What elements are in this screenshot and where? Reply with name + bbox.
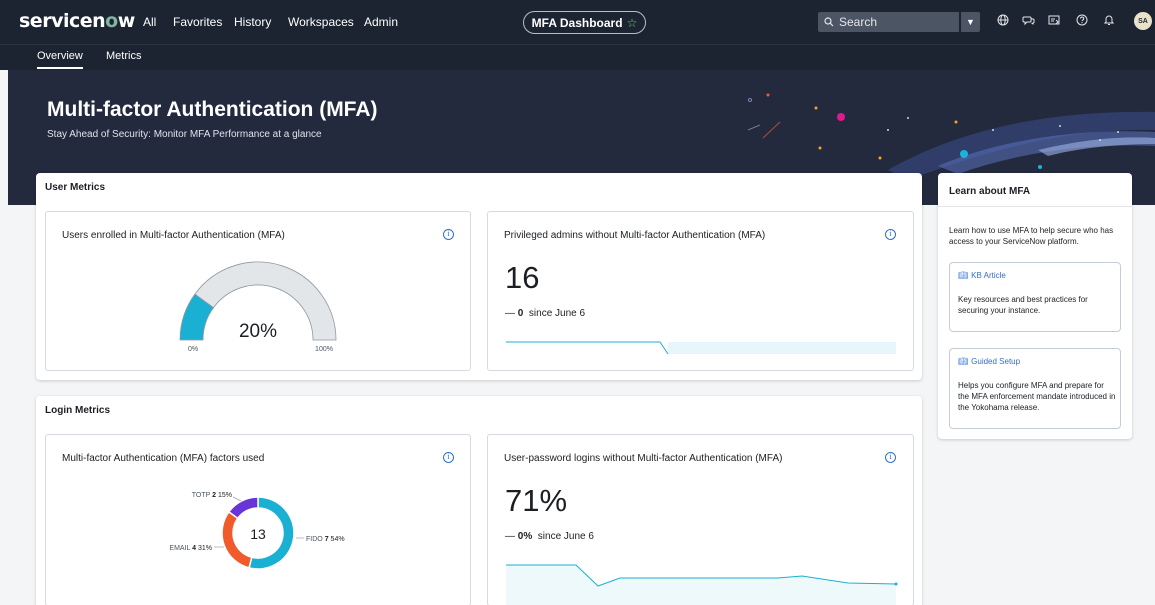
nav-history[interactable]: History [234,15,271,29]
mfa-dashboard-pill[interactable]: MFA Dashboard ☆ [523,11,646,34]
kb-article-card[interactable]: 📖︎ KB Article Key resources and best prac… [949,262,1121,332]
top-navigation-bar: servicenow All Favorites History Workspa… [0,0,1155,44]
user-metrics-title: User Metrics [45,182,106,193]
email-count: 4 [192,545,196,552]
gauge-value-label: 20% [239,321,277,342]
nav-workspaces[interactable]: Workspaces [288,15,354,29]
chat-icon[interactable] [1021,14,1035,28]
totp-pct: 15% [218,492,232,499]
user-avatar[interactable]: SA [1134,12,1152,30]
search-scope-dropdown[interactable]: ▼ [960,12,980,32]
page-subtitle: Stay Ahead of Security: Monitor MFA Perf… [47,129,322,140]
dashboard-tabs: Overview Metrics [0,44,1155,70]
email-name: EMAIL [169,545,190,552]
kb-article-link[interactable]: 📖︎ KB Article [958,271,1006,280]
fido-name: FIDO [306,536,323,543]
tab-overview[interactable]: Overview [37,50,83,69]
fido-pct: 54% [331,536,345,543]
login-metrics-section: Login Metrics Multi-factor Authenticatio… [36,396,922,605]
donut-total: 13 [250,526,266,542]
book-icon: 📖︎ [958,271,969,280]
totp-label: TOTP 2 15% [192,492,232,499]
scripts-icon[interactable] [1047,14,1061,28]
search-input[interactable]: Search [818,12,959,32]
kb-article-text: Key resources and best practices for sec… [958,295,1088,315]
dashboard-pill-label: MFA Dashboard [531,15,623,30]
totp-count: 2 [212,492,216,499]
logo-text-o: o [105,10,118,32]
totp-name: TOTP [192,492,211,499]
privileged-admins-card[interactable]: Privileged admins without Multi-factor A… [487,211,914,371]
notifications-bell-icon[interactable] [1102,14,1116,28]
learn-about-mfa-panel: Learn about MFA Learn how to use MFA to … [938,173,1132,439]
password-logins-sparkline [506,564,898,605]
learn-title: Learn about MFA [949,186,1031,197]
help-icon[interactable] [1075,14,1089,28]
tab-metrics[interactable]: Metrics [106,50,141,62]
password-logins-card[interactable]: User-password logins without Multi-facto… [487,434,914,605]
nav-all[interactable]: All [143,15,156,29]
privileged-admins-sparkline [506,341,896,355]
logo-text-a: servicen [19,10,106,32]
learn-divider [938,206,1132,207]
kb-article-label: KB Article [971,271,1006,280]
logo-text-b: w [117,10,136,32]
guided-setup-card[interactable]: 📖︎ Guided Setup Helps you configure MFA a… [949,348,1121,429]
gauge-max-label: 100% [315,346,333,353]
email-label: EMAIL 4 31% [169,545,212,552]
guided-setup-text: Helps you configure MFA and prepare for … [958,381,1116,412]
user-metrics-section: User Metrics Users enrolled in Multi-fac… [36,173,922,380]
donut-slice-totp[interactable] [227,496,259,520]
servicenow-logo[interactable]: servicenow [19,10,135,32]
email-pct: 31% [198,545,212,552]
favorite-star-icon[interactable]: ☆ [627,16,638,30]
mfa-factors-donut-chart: 13 FIDO 7 54% EMAIL 4 31% TOTP 2 15% [169,492,345,570]
search-placeholder: Search [839,15,878,29]
globe-icon[interactable] [996,14,1010,28]
users-enrolled-card[interactable]: Users enrolled in Multi-factor Authentic… [45,211,471,371]
login-metrics-title: Login Metrics [45,405,111,416]
book-icon: 📖︎ [958,357,969,366]
search-icon [824,17,834,27]
fido-label: FIDO 7 54% [306,536,345,543]
mfa-factors-card[interactable]: Multi-factor Authentication (MFA) factor… [45,434,471,605]
donut-slice-email[interactable] [221,510,253,569]
fido-count: 7 [325,536,329,543]
guided-setup-label: Guided Setup [971,357,1021,366]
page-title: Multi-factor Authentication (MFA) [47,98,378,121]
learn-description: Learn how to use MFA to help secure who … [949,226,1114,246]
nav-admin[interactable]: Admin [364,15,398,29]
gauge-min-label: 0% [188,346,198,353]
guided-setup-link[interactable]: 📖︎ Guided Setup [958,357,1020,366]
nav-favorites[interactable]: Favorites [173,15,222,29]
enrollment-gauge: 20% 0% 100% [179,261,337,353]
